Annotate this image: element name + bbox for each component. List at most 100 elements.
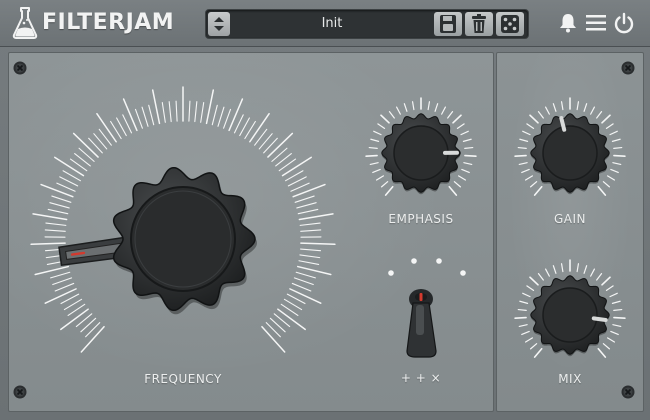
- mix-tick: [609, 292, 618, 298]
- mode-position-dot[interactable]: [460, 270, 466, 276]
- mix-tick: [537, 273, 544, 281]
- frequency-tick: [52, 277, 73, 286]
- emphasis-tick: [460, 130, 469, 136]
- frequency-tick: [168, 101, 172, 123]
- frequency-tick: [297, 208, 319, 215]
- emphasis-tick: [365, 154, 378, 157]
- frequency-tick: [96, 112, 117, 143]
- mix-tick: [601, 276, 611, 286]
- frequency-tick: [188, 100, 191, 122]
- mode-position-dot[interactable]: [411, 258, 417, 264]
- preset-name-display[interactable]: Init: [234, 10, 430, 38]
- screw-icon: [621, 61, 635, 75]
- frequency-tick: [300, 229, 322, 232]
- frequency-tick: [54, 282, 75, 292]
- randomize-button[interactable]: [496, 12, 524, 36]
- emphasis-label: EMPHASIS: [388, 212, 454, 226]
- frequency-tick: [161, 102, 166, 123]
- hamburger-icon[interactable]: [584, 11, 608, 35]
- emphasis-tick: [457, 175, 467, 181]
- frequency-tick: [32, 213, 68, 221]
- mix-tick: [596, 273, 603, 281]
- gain-tick: [529, 114, 539, 124]
- frequency-tick: [44, 288, 77, 304]
- gain-tick: [610, 168, 619, 174]
- mix-tick: [602, 343, 611, 350]
- emphasis-tick: [372, 168, 381, 174]
- emphasis-tick: [369, 162, 379, 166]
- frequency-tick: [205, 89, 215, 125]
- trash-icon: [472, 14, 486, 33]
- frequency-tick: [56, 182, 76, 192]
- mode-position-dot[interactable]: [436, 258, 442, 264]
- gain-tick: [609, 130, 618, 136]
- gain-tick: [560, 101, 564, 111]
- mode-switch[interactable]: [369, 255, 469, 365]
- gain-knob[interactable]: [510, 93, 630, 213]
- mix-label: MIX: [558, 372, 582, 386]
- mix-tick: [576, 263, 580, 273]
- frequency-tick: [45, 222, 67, 226]
- floppy-disk-icon: [440, 15, 456, 33]
- gain-tick: [517, 146, 527, 150]
- emphasis-tick: [377, 123, 386, 129]
- gain-tick: [524, 175, 534, 181]
- emphasis-tick: [452, 114, 462, 124]
- frequency-tick: [151, 89, 161, 125]
- mix-tick: [519, 300, 529, 304]
- mix-tick: [533, 347, 543, 358]
- mix-tick: [613, 308, 623, 312]
- frequency-tick: [47, 208, 69, 215]
- mix-tick: [529, 343, 538, 350]
- mode-switch-lever[interactable]: [406, 289, 437, 358]
- frequency-tick: [44, 229, 66, 232]
- gain-tick: [533, 185, 543, 196]
- mix-tick: [583, 265, 588, 274]
- gain-tick: [596, 111, 603, 119]
- preset-stepper-button[interactable]: [208, 12, 230, 36]
- frequency-tick: [134, 108, 143, 129]
- mix-tick: [529, 276, 539, 286]
- mix-tick: [522, 292, 531, 298]
- mode-position-dot[interactable]: [388, 270, 394, 276]
- gain-tick: [514, 154, 527, 157]
- emphasis-tick: [375, 175, 385, 181]
- mix-knob[interactable]: [510, 255, 630, 375]
- frequency-tick: [289, 288, 322, 304]
- emphasis-tick: [427, 101, 431, 111]
- emphasis-tick: [456, 123, 465, 129]
- mix-pointer: [591, 316, 608, 323]
- gain-tick: [518, 162, 528, 166]
- frequency-tick: [292, 183, 326, 198]
- frequency-tick: [233, 114, 244, 134]
- frequency-tick: [287, 176, 307, 187]
- save-preset-button[interactable]: [434, 12, 462, 36]
- emphasis-tick: [380, 181, 389, 188]
- emphasis-tick: [462, 138, 472, 142]
- bell-icon[interactable]: [556, 11, 580, 35]
- frequency-tick: [228, 98, 244, 132]
- mix-tick: [524, 337, 534, 343]
- frequency-tick: [30, 242, 66, 246]
- power-icon[interactable]: [612, 11, 636, 35]
- emphasis-tick: [441, 106, 447, 115]
- emphasis-knob[interactable]: [361, 93, 481, 213]
- emphasis-tick: [453, 181, 462, 188]
- mix-tick: [514, 316, 527, 319]
- gain-pointer: [559, 116, 567, 132]
- delete-preset-button[interactable]: [465, 12, 493, 36]
- plugin-window: FILTERJAM Init FREQUENCY EMPHASIS + + × …: [0, 0, 650, 420]
- gain-tick: [611, 138, 621, 142]
- frequency-tick: [50, 271, 71, 279]
- gain-tick: [522, 130, 531, 136]
- mix-tick: [606, 337, 616, 343]
- mix-tick: [526, 285, 535, 291]
- frequency-tick: [296, 202, 317, 209]
- gain-tick: [602, 181, 611, 188]
- gain-tick: [605, 123, 614, 129]
- frequency-knob-body[interactable]: [112, 166, 258, 315]
- frequency-tick: [290, 182, 310, 192]
- screw-icon: [621, 385, 635, 399]
- frequency-tick: [298, 260, 320, 265]
- emphasis-tick: [464, 146, 474, 150]
